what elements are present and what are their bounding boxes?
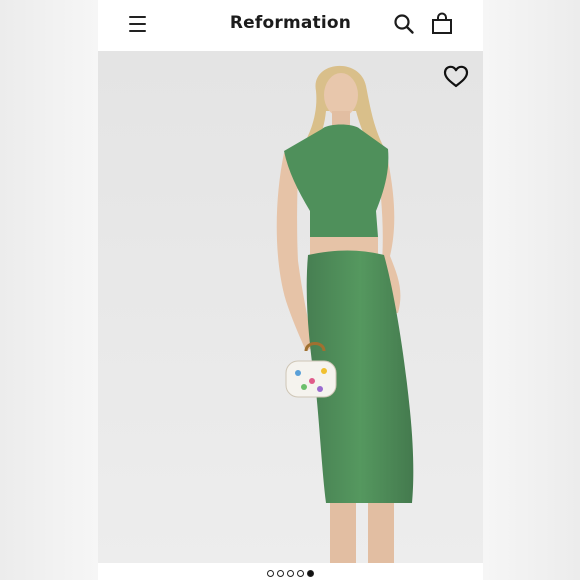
carousel-dot[interactable] <box>297 570 304 577</box>
carousel-dot-active[interactable] <box>307 570 314 577</box>
shopping-bag-icon[interactable] <box>431 12 453 36</box>
top-navigation-bar: Reformation <box>98 0 483 50</box>
carousel-dot[interactable] <box>277 570 284 577</box>
phone-screen: Reformation <box>98 0 483 580</box>
product-image[interactable] <box>98 51 483 563</box>
heart-icon[interactable] <box>443 64 469 90</box>
search-icon[interactable] <box>393 13 415 35</box>
carousel-indicators <box>98 570 483 580</box>
brand-logo[interactable]: Reformation <box>98 13 483 33</box>
carousel-dot[interactable] <box>287 570 294 577</box>
left-blur-backdrop <box>0 0 98 580</box>
carousel-dot[interactable] <box>267 570 274 577</box>
right-blur-backdrop <box>483 0 580 580</box>
